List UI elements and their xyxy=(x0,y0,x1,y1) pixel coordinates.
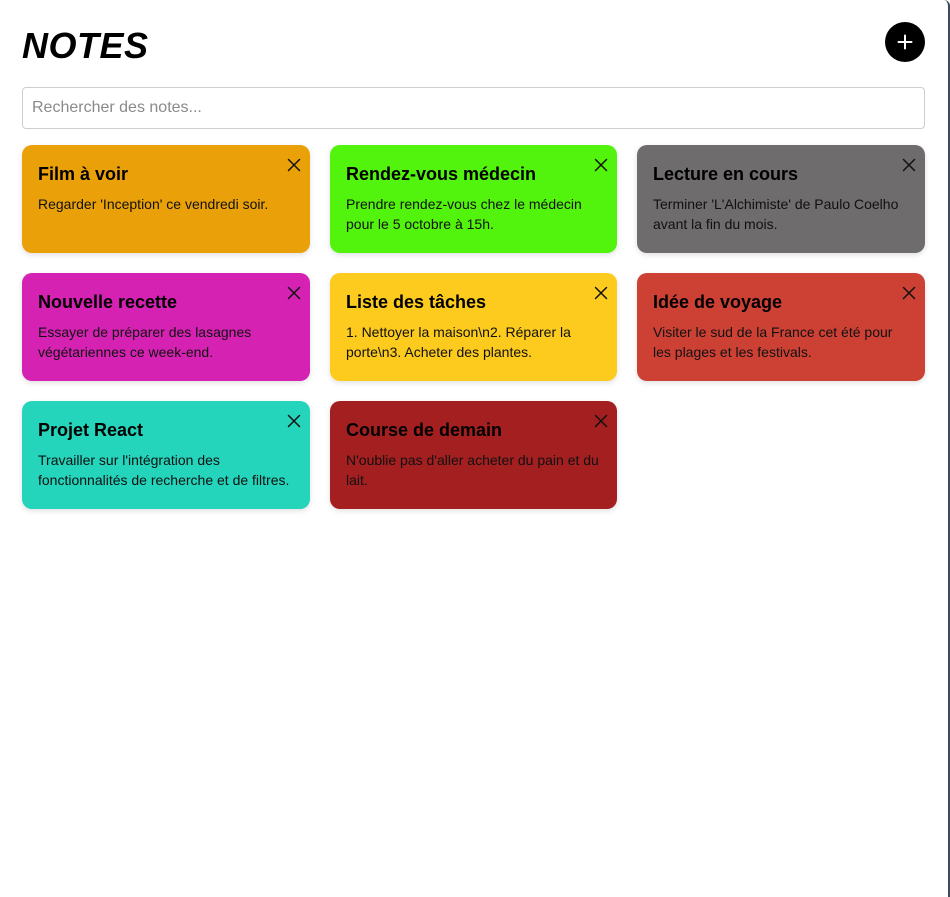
note-title: Lecture en cours xyxy=(653,164,799,184)
delete-note-button[interactable] xyxy=(593,413,609,429)
note-title: Nouvelle recette xyxy=(38,292,178,312)
header: NOTES xyxy=(22,22,925,66)
close-icon xyxy=(902,158,916,172)
delete-note-button[interactable] xyxy=(901,157,917,173)
note-card: Lecture en cours Terminer 'L'Alchimiste'… xyxy=(637,145,925,253)
note-text: Essayer de préparer des lasagnes végétar… xyxy=(38,324,252,360)
note-text: N'oublie pas d'aller acheter du pain et … xyxy=(346,452,599,488)
note-card: Course de demain N'oublie pas d'aller ac… xyxy=(330,401,617,509)
delete-note-button[interactable] xyxy=(286,285,302,301)
add-note-button[interactable] xyxy=(885,22,925,62)
note-card: Nouvelle recette Essayer de préparer des… xyxy=(22,273,310,381)
notes-grid: Film à voir Regarder 'Inception' ce vend… xyxy=(22,145,925,509)
note-text: 1. Nettoyer la maison\n2. Réparer la por… xyxy=(346,324,571,360)
page-title: NOTES xyxy=(22,25,149,66)
delete-note-button[interactable] xyxy=(286,413,302,429)
note-text: Terminer 'L'Alchimiste' de Paulo Coelho … xyxy=(653,196,899,232)
close-icon xyxy=(902,286,916,300)
note-card: Liste des tâches 1. Nettoyer la maison\n… xyxy=(330,273,617,381)
app-window: NOTES Film à voir Regarder 'Inception' c… xyxy=(0,0,950,897)
note-title: Idée de voyage xyxy=(653,292,783,312)
note-text: Travailler sur l'intégration des fonctio… xyxy=(38,452,290,488)
note-card: Projet React Travailler sur l'intégratio… xyxy=(22,401,310,509)
note-card: Idée de voyage Visiter le sud de la Fran… xyxy=(637,273,925,381)
note-card: Film à voir Regarder 'Inception' ce vend… xyxy=(22,145,310,253)
plus-icon xyxy=(897,34,913,50)
note-title: Course de demain xyxy=(346,420,503,440)
close-icon xyxy=(594,158,608,172)
delete-note-button[interactable] xyxy=(901,285,917,301)
close-icon xyxy=(287,158,301,172)
delete-note-button[interactable] xyxy=(593,285,609,301)
close-icon xyxy=(287,414,301,428)
note-title: Projet React xyxy=(38,420,144,440)
close-icon xyxy=(594,286,608,300)
delete-note-button[interactable] xyxy=(593,157,609,173)
note-text: Prendre rendez-vous chez le médecin pour… xyxy=(346,196,582,232)
close-icon xyxy=(594,414,608,428)
note-text: Regarder 'Inception' ce vendredi soir. xyxy=(38,196,269,212)
note-text: Visiter le sud de la France cet été pour… xyxy=(653,324,893,360)
delete-note-button[interactable] xyxy=(286,157,302,173)
note-title: Film à voir xyxy=(38,164,129,184)
note-title: Liste des tâches xyxy=(346,292,487,312)
close-icon xyxy=(287,286,301,300)
note-title: Rendez-vous médecin xyxy=(346,164,537,184)
search-input[interactable] xyxy=(22,87,925,129)
note-card: Rendez-vous médecin Prendre rendez-vous … xyxy=(330,145,617,253)
